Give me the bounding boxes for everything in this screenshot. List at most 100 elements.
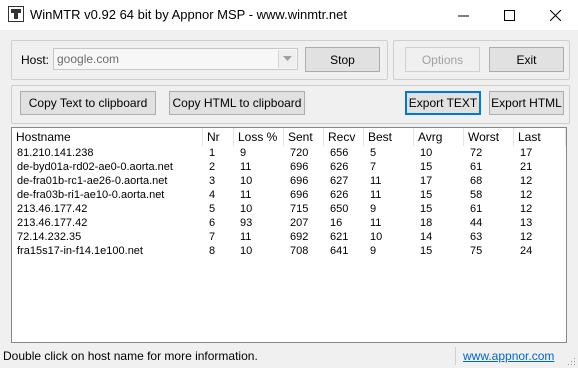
host-combobox[interactable]: google.com [53, 48, 298, 70]
cell-hostname[interactable]: de-byd01a-rd02-ae0-0.aorta.net [12, 161, 203, 174]
options-button[interactable]: Options [405, 47, 480, 72]
cell-nr: 4 [209, 189, 216, 201]
stop-button[interactable]: Stop [305, 47, 380, 72]
cell-best: 5 [370, 147, 377, 159]
chevron-down-icon [283, 56, 292, 61]
cell-avrg: 10 [420, 147, 433, 159]
cell-worst: 61 [470, 203, 483, 215]
cell-last: 21 [520, 161, 533, 173]
cell-nr: 6 [209, 217, 216, 229]
cell-last: 17 [520, 147, 533, 159]
export-html-button[interactable]: Export HTML [489, 91, 564, 115]
cell-worst: 61 [470, 161, 483, 173]
column-loss[interactable]: Loss % [234, 128, 284, 146]
cell-hostname[interactable]: 81.210.141.238 [12, 147, 203, 160]
column-avrg[interactable]: Avrg [414, 128, 464, 146]
cell-hostname[interactable]: de-fra01b-rc1-ae26-0.aorta.net [12, 175, 203, 188]
cell-nr: 7 [209, 231, 216, 243]
cell-recv: 641 [330, 245, 349, 257]
maximize-button[interactable] [486, 0, 532, 30]
title-bar[interactable]: WinMTR v0.92 64 bit by Appnor MSP - www.… [0, 0, 578, 30]
table-row[interactable]: 213.46.177.42 6 93 207 16 11 18 44 13 [12, 217, 566, 230]
winmtr-window: WinMTR v0.92 64 bit by Appnor MSP - www.… [0, 0, 578, 368]
cell-avrg: 15 [420, 189, 433, 201]
table-row[interactable]: de-byd01a-rd02-ae0-0.aorta.net 2 11 696 626 7… [12, 161, 566, 174]
cell-nr: 5 [209, 203, 216, 215]
cell-last: 13 [520, 217, 533, 229]
status-bar: Double click on host name for more infor… [0, 345, 578, 368]
cell-best: 11 [370, 217, 382, 229]
cell-best: 10 [370, 231, 383, 243]
cell-nr: 3 [209, 175, 216, 187]
host-dropdown-button[interactable] [278, 50, 296, 68]
cell-last: 24 [520, 245, 533, 257]
column-last[interactable]: Last [514, 128, 566, 146]
column-worst[interactable]: Worst [464, 128, 514, 146]
status-message: Double click on host name for more infor… [3, 349, 258, 363]
cell-hostname[interactable]: fra15s17-in-f14.1e100.net [12, 245, 203, 258]
exit-button[interactable]: Exit [489, 47, 564, 72]
table-row[interactable]: fra15s17-in-f14.1e100.net 8 10 708 641 9 15 75 2… [12, 245, 566, 258]
cell-worst: 72 [470, 147, 483, 159]
cell-loss: 9 [240, 147, 247, 159]
cell-loss: 93 [240, 217, 253, 229]
column-sent[interactable]: Sent [284, 128, 324, 146]
minimize-button[interactable] [440, 0, 486, 30]
cell-hostname[interactable]: de-fra03b-ri1-ae10-0.aorta.net [12, 189, 203, 202]
cell-avrg: 15 [420, 245, 433, 257]
cell-avrg: 18 [420, 217, 433, 229]
cell-recv: 626 [330, 161, 349, 173]
cell-nr: 8 [209, 245, 216, 257]
cell-sent: 720 [290, 147, 309, 159]
table-row[interactable]: 72.14.232.35 7 11 692 621 10 14 63 12 [12, 231, 566, 244]
cell-avrg: 14 [420, 231, 433, 243]
column-best[interactable]: Best [364, 128, 414, 146]
table-row[interactable]: de-fra01b-rc1-ae26-0.aorta.net 3 10 696 627 1… [12, 175, 566, 188]
close-icon [549, 9, 561, 21]
column-recv[interactable]: Recv [324, 128, 364, 146]
cell-best: 9 [370, 203, 377, 215]
cell-loss: 11 [240, 161, 252, 173]
copy-html-button[interactable]: Copy HTML to clipboard [169, 91, 305, 115]
cell-worst: 68 [470, 175, 483, 187]
export-text-button[interactable]: Export TEXT [405, 91, 481, 115]
resize-grip-icon[interactable] [566, 356, 576, 366]
cell-worst: 44 [470, 217, 483, 229]
cell-best: 11 [370, 175, 382, 187]
cell-worst: 75 [470, 245, 483, 257]
cell-hostname[interactable]: 213.46.177.42 [12, 203, 203, 216]
cell-sent: 207 [290, 217, 309, 229]
cell-sent: 696 [290, 189, 309, 201]
cell-hostname[interactable]: 72.14.232.35 [12, 231, 203, 244]
appnor-link[interactable]: www.appnor.com [463, 349, 554, 363]
table-row[interactable]: 81.210.141.238 1 9 720 656 5 10 72 17 [12, 147, 566, 160]
cell-recv: 16 [330, 217, 343, 229]
table-row[interactable]: de-fra03b-ri1-ae10-0.aorta.net 4 11 696 626 1… [12, 189, 566, 202]
cell-loss: 11 [240, 189, 252, 201]
cell-recv: 626 [330, 189, 349, 201]
copy-text-button[interactable]: Copy Text to clipboard [20, 91, 156, 115]
cell-sent: 708 [290, 245, 309, 257]
host-label: Host: [21, 53, 50, 67]
cell-hostname[interactable]: 213.46.177.42 [12, 217, 203, 230]
cell-avrg: 15 [420, 161, 433, 173]
cell-loss: 10 [240, 175, 253, 187]
cell-sent: 696 [290, 175, 309, 187]
cell-recv: 627 [330, 175, 349, 187]
close-button[interactable] [532, 0, 578, 30]
cell-sent: 715 [290, 203, 309, 215]
cell-sent: 696 [290, 161, 309, 173]
cell-last: 12 [520, 203, 533, 215]
cell-nr: 1 [209, 147, 216, 159]
column-nr[interactable]: Nr [203, 128, 234, 146]
trace-results-list[interactable]: Hostname Nr Loss % Sent Recv Best Avrg W… [11, 127, 567, 343]
column-hostname[interactable]: Hostname [12, 128, 203, 146]
list-header: Hostname Nr Loss % Sent Recv Best Avrg W… [12, 128, 566, 146]
cell-nr: 2 [209, 161, 216, 173]
maximize-icon [503, 9, 515, 21]
table-row[interactable]: 213.46.177.42 5 10 715 650 9 15 61 12 [12, 203, 566, 216]
cell-loss: 11 [240, 231, 252, 243]
cell-avrg: 15 [420, 203, 433, 215]
cell-avrg: 17 [420, 175, 433, 187]
cell-recv: 650 [330, 203, 349, 215]
